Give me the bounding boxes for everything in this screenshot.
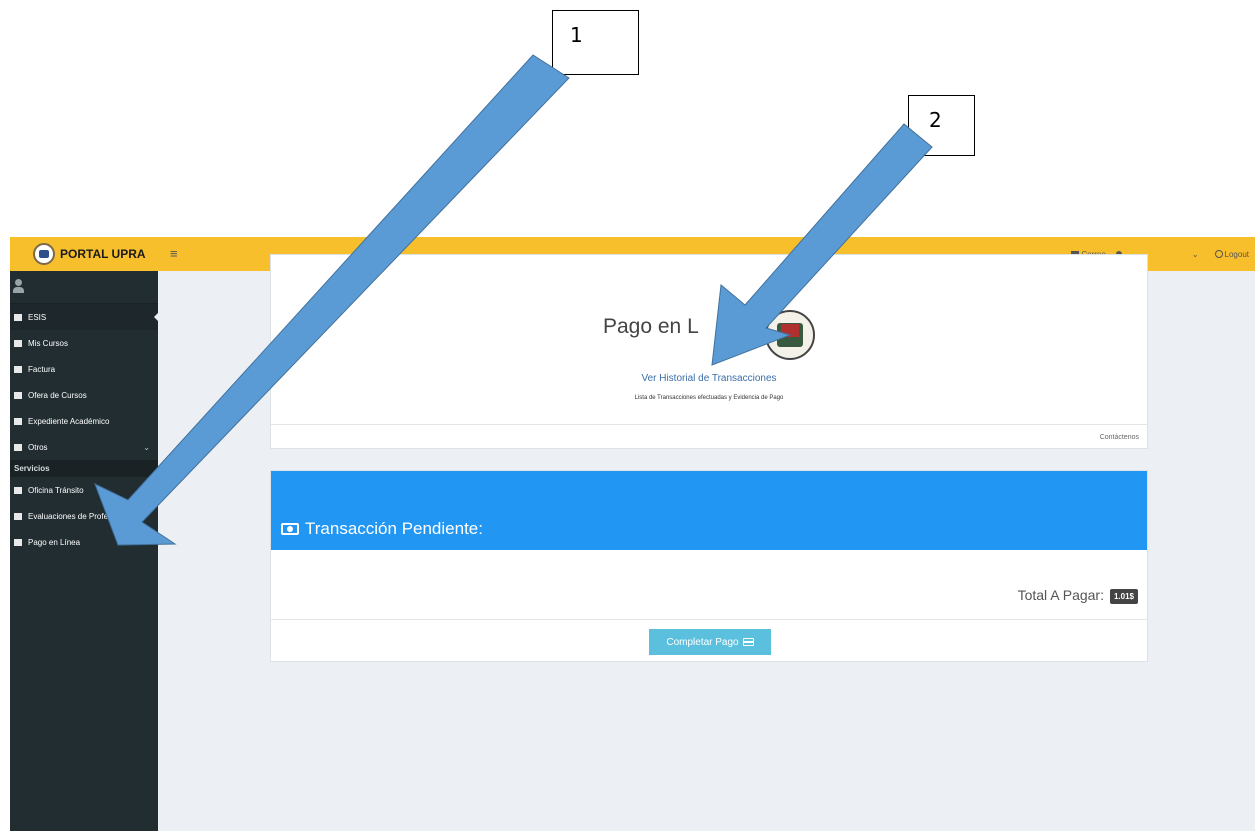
pending-transaction-header: Transacción Pendiente: [271,471,1147,550]
brand-logo-area[interactable]: PORTAL UPRA [10,237,158,271]
sidebar-item-label: Oficina Tránsito [28,485,84,495]
sidebar-item-expediente[interactable]: Expediente Académico [10,408,158,434]
pending-transaction-label: Transacción Pendiente: [305,519,483,538]
sidebar-item-factura[interactable]: Factura [10,356,158,382]
payment-info-card: Pago en L Ver Historial de Transacciones… [270,254,1148,449]
chevron-down-icon: ⌄ [143,443,150,452]
upra-seal-icon [33,243,55,265]
credit-card-icon [742,638,754,646]
book-icon [14,417,22,425]
dashboard-icon [14,313,22,321]
page-title: Pago en L [603,315,699,338]
transaction-history-description: Lista de Transacciones efectuadas y Evid… [634,395,784,401]
sidebar-item-label: Pago en Línea [28,537,81,547]
money-icon [14,365,22,373]
card-footer: Contáctenos [271,424,1147,449]
total-label: Total A Pagar: [1017,587,1104,603]
portal-window: PORTAL UPRA ≡ Correo ⌄ Logout [10,237,1255,831]
transaction-history-link[interactable]: Ver Historial de Transacciones [271,373,1147,384]
pending-card-footer: Completar Pago [271,619,1147,662]
logout-link[interactable]: Logout [1214,249,1249,259]
user-dropdown[interactable]: ⌄ [1192,250,1199,259]
sitemap-icon [14,443,22,451]
pending-transaction-card: Transacción Pendiente: Total A Pagar: 1.… [270,470,1148,662]
sidebar-item-label: Mis Cursos [28,338,69,348]
sidebar-section-header: Servicios [10,460,158,477]
sidebar-item-oferta-cursos[interactable]: Ofera de Cursos [10,382,158,408]
sidebar-item-pago-en-linea[interactable]: Pago en Línea [10,529,158,555]
calendar-check-icon [14,391,22,399]
user-avatar-icon [13,279,24,293]
sidebar-item-label: Otros [28,442,48,452]
sidebar-item-mis-cursos[interactable]: Mis Cursos [10,330,158,356]
sidebar-item-esis[interactable]: ESIS [10,304,158,330]
chevron-down-icon: ⌄ [1191,249,1199,259]
sidebar-item-label: Ofera de Cursos [28,390,87,400]
sidebar-item-oficina-transito[interactable]: Oficina Tránsito [10,477,158,503]
sidebar: ESIS Mis Cursos Factura Ofera de Cursos … [10,271,158,831]
user-panel [10,271,158,304]
money-icon [14,538,22,546]
car-icon [14,486,22,494]
pending-transaction-title: Transacción Pendiente: [281,519,483,539]
brand-title: PORTAL UPRA [60,247,146,261]
sidebar-item-label: ESIS [28,312,47,322]
sidebar-item-otros[interactable]: Otros ⌄ [10,434,158,460]
complete-payment-label: Completar Pago [666,636,739,648]
sidebar-item-label: Evaluaciones de Profe [28,511,109,521]
sidebar-item-label: Factura [28,364,56,374]
sidebar-item-label: Expediente Académico [28,416,110,426]
logout-label: Logout [1224,249,1249,259]
money-icon [281,523,299,535]
complete-payment-button[interactable]: Completar Pago [649,629,771,655]
upra-seal-icon [765,310,815,360]
callout-label-2: 2 [908,95,975,156]
callout-number-1: 1 [570,23,583,47]
contact-link[interactable]: Contáctenos [1100,434,1139,441]
sidebar-toggle-icon[interactable]: ≡ [170,246,178,261]
callout-label-1: 1 [552,10,639,75]
total-amount-badge: 1.01$ [1109,589,1138,604]
sidebar-item-evaluaciones[interactable]: Evaluaciones de Profe [10,503,158,529]
calendar-icon [14,339,22,347]
callout-number-2: 2 [929,108,942,132]
star-icon [14,512,22,520]
power-icon [1214,250,1223,258]
